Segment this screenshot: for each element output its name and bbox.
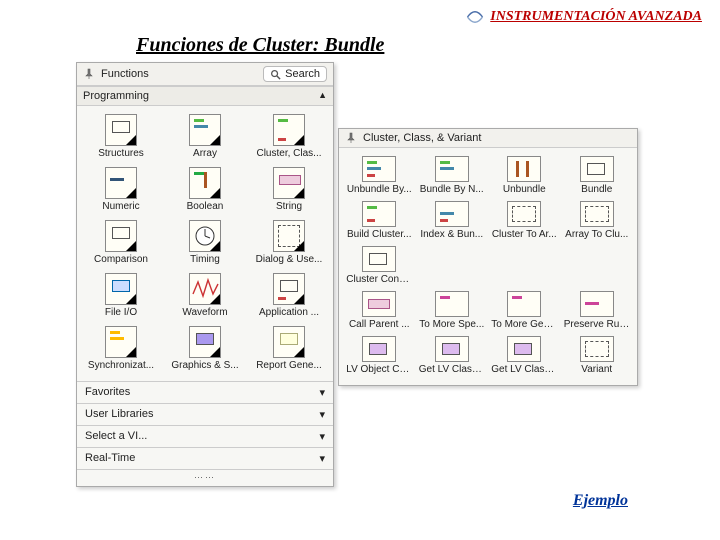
comparison-icon [105, 220, 137, 252]
index-bundle-icon [435, 201, 469, 227]
unbundle-icon [507, 156, 541, 182]
numeric-icon [105, 167, 137, 199]
programming-grid: Structures Array Cluster, Clas... Numeri… [77, 106, 333, 381]
user-libraries-row[interactable]: User Libraries▾ [77, 403, 333, 425]
application-icon [273, 273, 305, 305]
cluster-title: Cluster, Class, & Variant [363, 132, 481, 144]
cluster-item-build-cluster-array[interactable]: Build Cluster... [343, 201, 416, 240]
fileio-icon [105, 273, 137, 305]
cluster-item-empty [416, 246, 489, 285]
palette-item-comparison[interactable]: Comparison [79, 218, 163, 267]
functions-panel: Functions Search Programming ▲ Structure… [76, 62, 334, 487]
unbundle-by-name-icon [362, 156, 396, 182]
chevron-up-icon: ▲ [318, 90, 327, 102]
real-time-row[interactable]: Real-Time▾ [77, 447, 333, 469]
cluster-item-index-bundle[interactable]: Index & Bun... [416, 201, 489, 240]
palette-item-cluster-class[interactable]: Cluster, Clas... [247, 112, 331, 161]
pin-icon[interactable] [83, 68, 95, 80]
cluster-item-array-to-cluster[interactable]: Array To Clu... [561, 201, 634, 240]
get-lv-class-icon [507, 336, 541, 362]
palette-item-fileio[interactable]: File I/O [79, 271, 163, 320]
variant-icon [580, 336, 614, 362]
cluster-titlebar: Cluster, Class, & Variant [339, 129, 637, 148]
functions-title: Functions [101, 68, 149, 80]
synchronization-icon [105, 326, 137, 358]
string-icon [273, 167, 305, 199]
cluster-item-to-more-generic[interactable]: To More Gen... [488, 291, 561, 330]
lv-object-constant-icon [362, 336, 396, 362]
chevron-down-icon: ▾ [319, 408, 325, 421]
report-icon [273, 326, 305, 358]
ejemplo-link[interactable]: Ejemplo [573, 492, 628, 510]
cluster-item-unbundle-by-name[interactable]: Unbundle By... [343, 156, 416, 195]
cluster-item-cluster-to-array[interactable]: Cluster To Ar... [488, 201, 561, 240]
cluster-item-preserve-runtime[interactable]: Preserve Run... [561, 291, 634, 330]
cluster-item-bundle-by-name[interactable]: Bundle By N... [416, 156, 489, 195]
programming-section-header[interactable]: Programming ▲ [77, 86, 333, 106]
palette-item-string[interactable]: String [247, 165, 331, 214]
cluster-grid: Unbundle By... Bundle By N... Unbundle B… [339, 148, 637, 385]
palette-item-report[interactable]: Report Gene... [247, 324, 331, 373]
page-header: INSTRUMENTACIÓN AVANZADA [466, 8, 702, 26]
array-to-cluster-icon [580, 201, 614, 227]
cluster-class-icon [273, 114, 305, 146]
programming-label: Programming [83, 90, 149, 102]
cluster-item-bundle[interactable]: Bundle [561, 156, 634, 195]
logo-icon [466, 8, 484, 26]
palette-item-synchronization[interactable]: Synchronizat... [79, 324, 163, 373]
palette-item-timing[interactable]: Timing [163, 218, 247, 267]
structures-icon [105, 114, 137, 146]
boolean-icon [189, 167, 221, 199]
search-button[interactable]: Search [263, 66, 327, 82]
build-cluster-array-icon [362, 201, 396, 227]
graphics-icon [189, 326, 221, 358]
palette-item-graphics[interactable]: Graphics & S... [163, 324, 247, 373]
favorites-row[interactable]: Favorites▾ [77, 381, 333, 403]
cluster-item-lv-object-constant[interactable]: LV Object Co... [343, 336, 416, 375]
functions-titlebar: Functions Search [77, 63, 333, 86]
to-more-specific-icon [435, 291, 469, 317]
cluster-item-call-parent[interactable]: Call Parent ... [343, 291, 416, 330]
bundle-icon [580, 156, 614, 182]
collapse-handle[interactable]: ⋯⋯ [77, 469, 333, 486]
array-icon [189, 114, 221, 146]
cluster-item-variant[interactable]: Variant [561, 336, 634, 375]
cluster-item-empty [488, 246, 561, 285]
cluster-item-get-lv-class-1[interactable]: Get LV Class ... [416, 336, 489, 375]
search-label: Search [285, 68, 320, 80]
cluster-item-empty [561, 246, 634, 285]
preserve-runtime-icon [580, 291, 614, 317]
cluster-item-to-more-specific[interactable]: To More Spe... [416, 291, 489, 330]
cluster-panel: Cluster, Class, & Variant Unbundle By...… [338, 128, 638, 386]
cluster-item-get-lv-class-2[interactable]: Get LV Class ... [488, 336, 561, 375]
get-lv-class-icon [435, 336, 469, 362]
page-title: Funciones de Cluster: Bundle [136, 34, 384, 57]
palette-item-array[interactable]: Array [163, 112, 247, 161]
to-more-generic-icon [507, 291, 541, 317]
clock-icon [190, 221, 220, 251]
call-parent-icon [362, 291, 396, 317]
header-text: INSTRUMENTACIÓN AVANZADA [490, 9, 702, 25]
palette-item-application[interactable]: Application ... [247, 271, 331, 320]
chevron-down-icon: ▾ [319, 430, 325, 443]
palette-item-structures[interactable]: Structures [79, 112, 163, 161]
cluster-constant-icon [362, 246, 396, 272]
cluster-item-cluster-constant[interactable]: Cluster Cons... [343, 246, 416, 285]
pin-icon[interactable] [345, 132, 357, 144]
search-icon [270, 69, 281, 80]
cluster-item-unbundle[interactable]: Unbundle [488, 156, 561, 195]
palette-item-numeric[interactable]: Numeric [79, 165, 163, 214]
palette-item-boolean[interactable]: Boolean [163, 165, 247, 214]
timing-icon [189, 220, 221, 252]
select-vi-row[interactable]: Select a VI...▾ [77, 425, 333, 447]
cluster-to-array-icon [507, 201, 541, 227]
chevron-down-icon: ▾ [319, 452, 325, 465]
dialog-icon [273, 220, 305, 252]
palette-item-waveform[interactable]: Waveform [163, 271, 247, 320]
palette-item-dialog[interactable]: Dialog & Use... [247, 218, 331, 267]
waveform-icon [189, 273, 221, 305]
wave-icon [190, 274, 220, 304]
bundle-by-name-icon [435, 156, 469, 182]
chevron-down-icon: ▾ [319, 386, 325, 399]
